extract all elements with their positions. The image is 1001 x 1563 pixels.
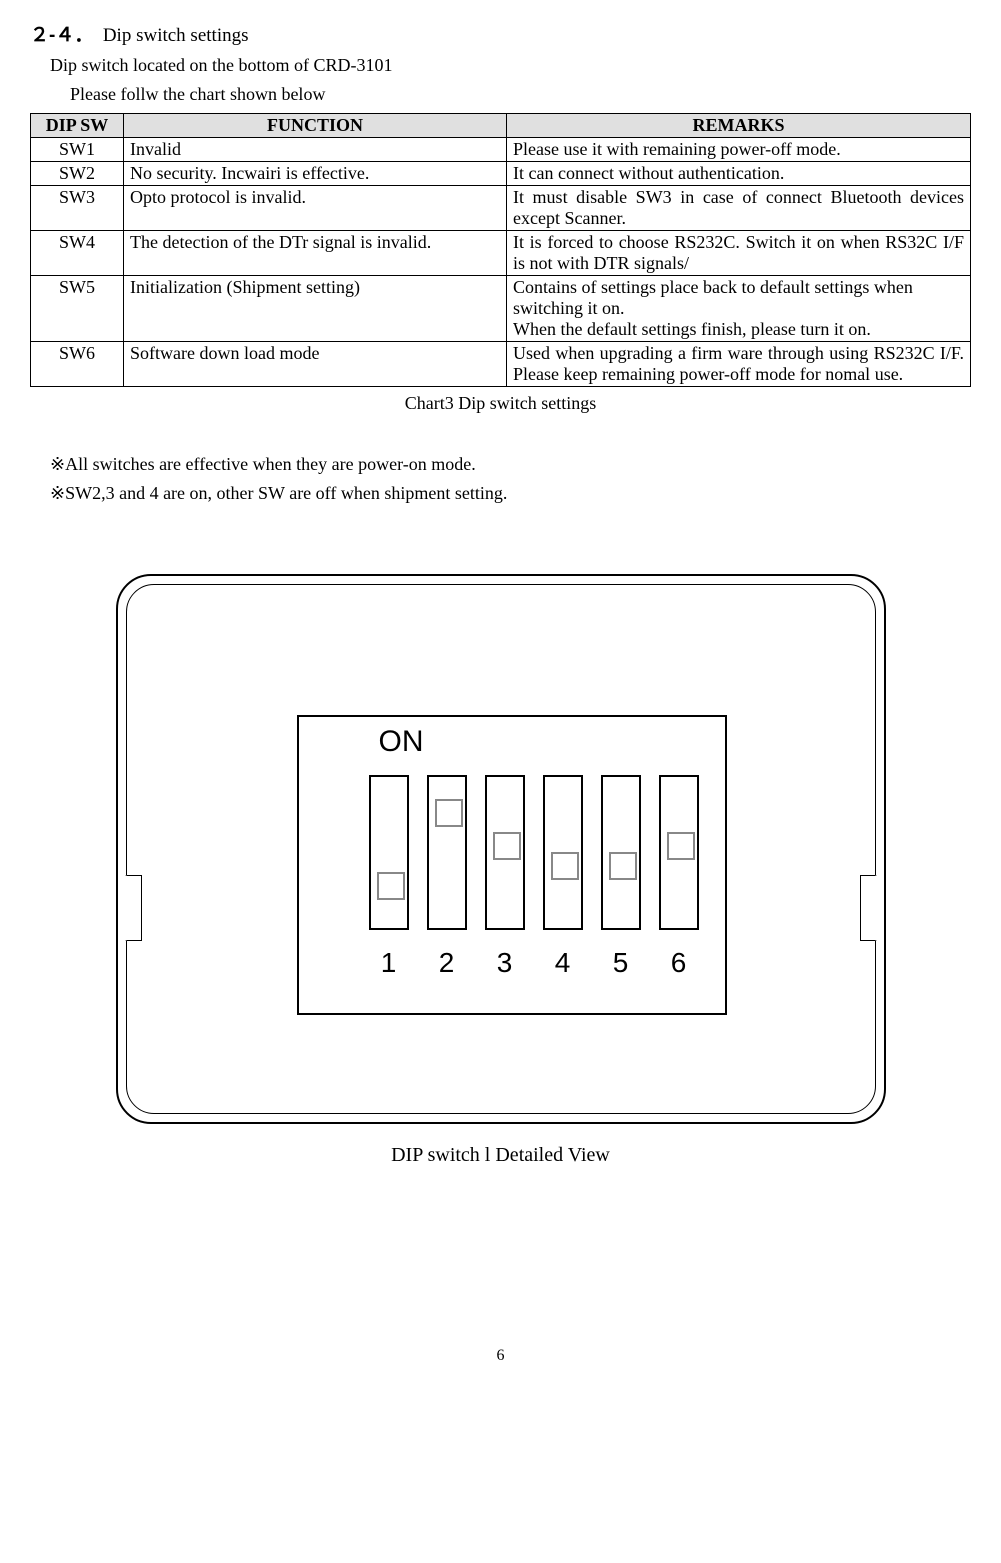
table-header-sw: DIP SW	[31, 114, 124, 138]
on-label: ON	[379, 725, 424, 759]
table-row: SW3Opto protocol is invalid.It must disa…	[31, 186, 971, 231]
section-title-text: Dip switch settings	[103, 25, 249, 46]
page-number: 6	[30, 1347, 971, 1365]
dip-switch-figure: ON 123456 DIP switch l Detailed View	[116, 574, 886, 1167]
switch-number-5: 5	[601, 947, 641, 979]
switch-slot-2	[427, 775, 467, 930]
switch-knob-6	[667, 832, 695, 860]
switch-slot-3	[485, 775, 525, 930]
table-header-remarks: REMARKS	[507, 114, 971, 138]
cell-sw: SW4	[31, 231, 124, 276]
cell-remarks: Contains of settings place back to defau…	[507, 276, 971, 342]
switch-number-2: 2	[427, 947, 467, 979]
cell-function: Opto protocol is invalid.	[124, 186, 507, 231]
switch-slot-1	[369, 775, 409, 930]
side-slot-left	[125, 875, 142, 941]
cell-remarks: It can connect without authentication.	[507, 162, 971, 186]
cell-remarks: It must disable SW3 in case of connect B…	[507, 186, 971, 231]
section-number: ２-４．	[30, 25, 93, 46]
switch-slot-6	[659, 775, 699, 930]
switch-knob-5	[609, 852, 637, 880]
intro-line-1: Dip switch located on the bottom of CRD-…	[50, 55, 971, 76]
switch-number-1: 1	[369, 947, 409, 979]
number-row: 123456	[369, 947, 699, 979]
cell-function: The detection of the DTr signal is inval…	[124, 231, 507, 276]
switch-slot-4	[543, 775, 583, 930]
table-row: SW5Initialization (Shipment setting)Cont…	[31, 276, 971, 342]
cell-sw: SW1	[31, 138, 124, 162]
table-row: SW6Software down load modeUsed when upgr…	[31, 342, 971, 387]
switch-knob-2	[435, 799, 463, 827]
device-inner-panel: ON 123456	[126, 584, 876, 1114]
cell-remarks: Used when upgrading a firm ware through …	[507, 342, 971, 387]
switch-knob-4	[551, 852, 579, 880]
note-2: ※SW2,3 and 4 are on, other SW are off wh…	[50, 483, 971, 504]
cell-remarks: Please use it with remaining power-off m…	[507, 138, 971, 162]
table-caption: Chart3 Dip switch settings	[30, 393, 971, 414]
table-row: SW4The detection of the DTr signal is in…	[31, 231, 971, 276]
cell-remarks: It is forced to choose RS232C. Switch it…	[507, 231, 971, 276]
figure-caption: DIP switch l Detailed View	[116, 1144, 886, 1167]
switch-row	[369, 775, 699, 930]
cell-function: Software down load mode	[124, 342, 507, 387]
note-1: ※All switches are effective when they ar…	[50, 454, 971, 475]
cell-sw: SW3	[31, 186, 124, 231]
dip-switch-table: DIP SW FUNCTION REMARKS SW1InvalidPlease…	[30, 113, 971, 387]
switch-slot-5	[601, 775, 641, 930]
table-header-function: FUNCTION	[124, 114, 507, 138]
cell-function: No security. Incwairi is effective.	[124, 162, 507, 186]
section-heading: ２-４． Dip switch settings	[30, 20, 971, 47]
cell-sw: SW2	[31, 162, 124, 186]
device-outer-panel: ON 123456	[116, 574, 886, 1124]
table-row: SW1InvalidPlease use it with remaining p…	[31, 138, 971, 162]
cell-function: Invalid	[124, 138, 507, 162]
table-row: SW2No security. Incwairi is effective.It…	[31, 162, 971, 186]
intro-line-2: Please follw the chart shown below	[70, 84, 971, 105]
dip-switch-block: ON 123456	[297, 715, 727, 1015]
cell-sw: SW5	[31, 276, 124, 342]
switch-knob-1	[377, 872, 405, 900]
cell-sw: SW6	[31, 342, 124, 387]
switch-number-4: 4	[543, 947, 583, 979]
switch-knob-3	[493, 832, 521, 860]
switch-number-6: 6	[659, 947, 699, 979]
cell-function: Initialization (Shipment setting)	[124, 276, 507, 342]
side-slot-right	[860, 875, 877, 941]
switch-number-3: 3	[485, 947, 525, 979]
